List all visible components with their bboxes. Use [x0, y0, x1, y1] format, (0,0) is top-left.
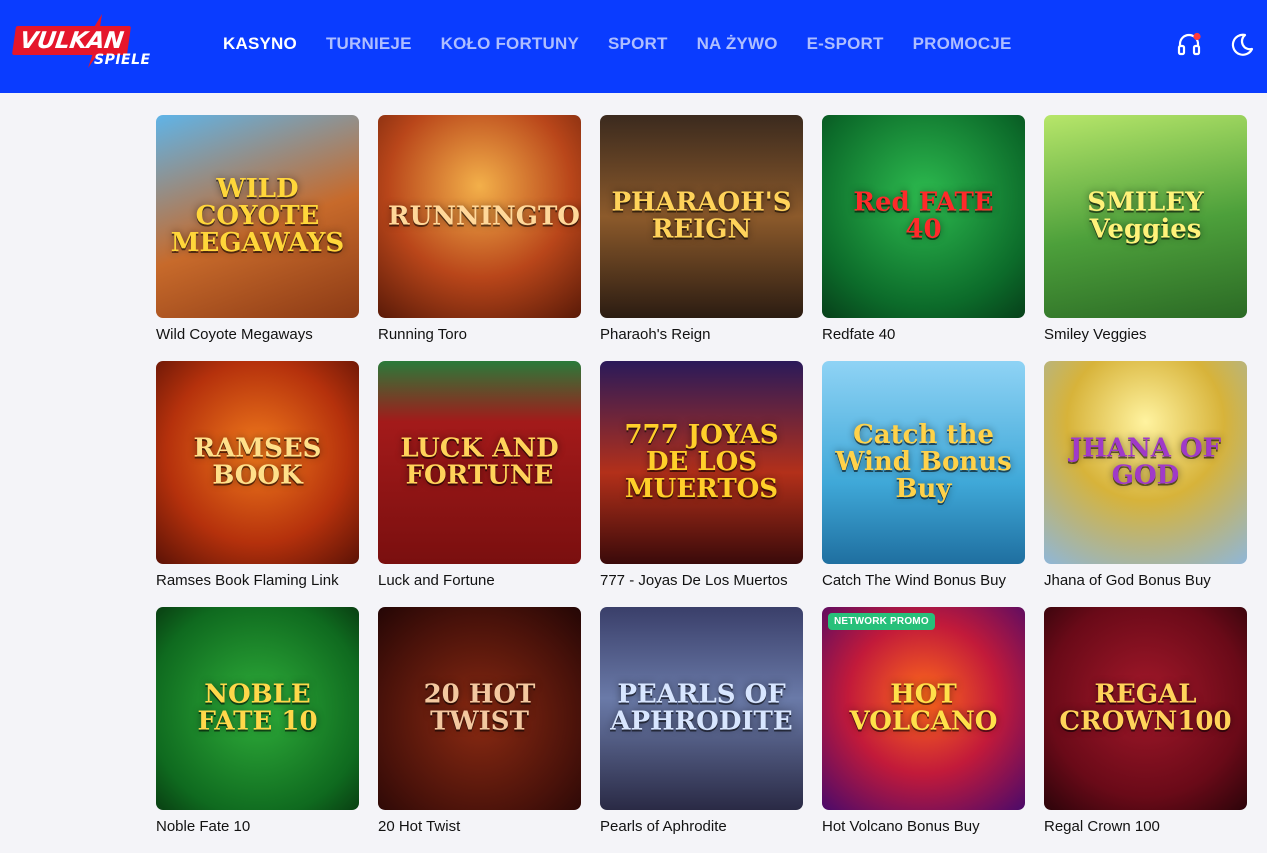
game-art-title: SMILEY Veggies: [1087, 187, 1204, 245]
nav-item-sport[interactable]: SPORT: [608, 34, 668, 54]
game-art-title: JHANA OF GOD: [1069, 433, 1222, 491]
game-title[interactable]: Catch The Wind Bonus Buy: [822, 572, 1025, 589]
top-navigation-bar: VULKAN SPIELE KASYNO TURNIEJE KOŁO FORTUNY…: [0, 0, 1267, 93]
game-art-title: HOT VOLCANO: [849, 679, 998, 737]
game-card[interactable]: Red FATE 40 Redfate 40: [822, 115, 1025, 361]
game-thumbnail[interactable]: RAMSES BOOK: [156, 361, 359, 564]
game-art-title: 777 JOYAS DE LOS MUERTOS: [624, 419, 779, 505]
game-card[interactable]: WILD COYOTE MEGAWAYS Wild Coyote Megaways: [156, 115, 359, 361]
game-card[interactable]: PHARAOH'S REIGN Pharaoh's Reign: [600, 115, 803, 361]
game-art-title: REGAL CROWN100: [1059, 679, 1232, 737]
game-thumbnail[interactable]: JHANA OF GOD: [1044, 361, 1247, 564]
game-thumbnail[interactable]: WILD COYOTE MEGAWAYS: [156, 115, 359, 318]
game-card[interactable]: 777 JOYAS DE LOS MUERTOS 777 - Joyas De L…: [600, 361, 803, 607]
nav-item-promocje[interactable]: PROMOCJE: [913, 34, 1012, 54]
logo-wordmark: VULKAN: [11, 26, 132, 55]
support-headset-icon[interactable]: [1176, 32, 1202, 58]
game-art-title: Catch the Wind Bonus Buy: [835, 419, 1012, 505]
game-thumbnail[interactable]: RUNNINGTORO: [378, 115, 581, 318]
game-art-title: LUCK AND FORTUNE: [400, 433, 559, 491]
nav-item-na-żywo[interactable]: NA ŻYWO: [697, 34, 778, 54]
game-thumbnail[interactable]: 777 JOYAS DE LOS MUERTOS: [600, 361, 803, 564]
game-thumbnail[interactable]: PHARAOH'S REIGN: [600, 115, 803, 318]
game-title[interactable]: Noble Fate 10: [156, 818, 359, 835]
game-card[interactable]: SMILEY Veggies Smiley Veggies: [1044, 115, 1247, 361]
logo-subtitle: SPIELE: [94, 52, 151, 68]
game-art-title: RUNNINGTORO: [388, 200, 581, 231]
nav-item-turnieje[interactable]: TURNIEJE: [326, 34, 412, 54]
game-title[interactable]: Running Toro: [378, 326, 581, 343]
game-art-title: PEARLS OF APHRODITE: [610, 679, 793, 737]
game-title[interactable]: 777 - Joyas De Los Muertos: [600, 572, 803, 589]
game-title[interactable]: Luck and Fortune: [378, 572, 581, 589]
game-card[interactable]: NOBLE FATE 10 Noble Fate 10: [156, 607, 359, 853]
game-card[interactable]: HOT VOLCANO NETWORK PROMO Hot Volcano Bonu…: [822, 607, 1025, 853]
game-art-title: RAMSES BOOK: [193, 433, 322, 491]
vulkan-spiele-logo[interactable]: VULKAN SPIELE: [11, 12, 172, 72]
game-art-title: NOBLE FATE 10: [197, 679, 318, 737]
game-card[interactable]: RAMSES BOOK Ramses Book Flaming Link: [156, 361, 359, 607]
nav-item-kasyno[interactable]: KASYNO: [223, 34, 297, 54]
game-card[interactable]: 20 HOT TWIST 20 Hot Twist: [378, 607, 581, 853]
game-thumbnail[interactable]: NOBLE FATE 10: [156, 607, 359, 810]
game-title[interactable]: Pharaoh's Reign: [600, 326, 803, 343]
game-title[interactable]: Ramses Book Flaming Link: [156, 572, 359, 589]
game-card[interactable]: RUNNINGTORO Running Toro: [378, 115, 581, 361]
game-title[interactable]: 20 Hot Twist: [378, 818, 581, 835]
game-thumbnail[interactable]: LUCK AND FORTUNE: [378, 361, 581, 564]
game-thumbnail[interactable]: HOT VOLCANO NETWORK PROMO: [822, 607, 1025, 810]
game-title[interactable]: Wild Coyote Megaways: [156, 326, 359, 343]
game-thumbnail[interactable]: REGAL CROWN100: [1044, 607, 1247, 810]
game-grid: WILD COYOTE MEGAWAYS Wild Coyote Megaways…: [156, 115, 1247, 853]
game-title[interactable]: Pearls of Aphrodite: [600, 818, 803, 835]
game-title[interactable]: Regal Crown 100: [1044, 818, 1247, 835]
game-thumbnail[interactable]: Red FATE 40: [822, 115, 1025, 318]
game-art-title: WILD COYOTE MEGAWAYS: [170, 173, 345, 259]
nav-item-e-sport[interactable]: E-SPORT: [807, 34, 884, 54]
nav-item-koło-fortuny[interactable]: KOŁO FORTUNY: [441, 34, 579, 54]
game-art-title: 20 HOT TWIST: [423, 679, 536, 737]
main-menu: KASYNO TURNIEJE KOŁO FORTUNY SPORT NA ŻYWO E-…: [209, 34, 1041, 54]
game-art-title: Red FATE 40: [853, 187, 994, 245]
game-thumbnail[interactable]: PEARLS OF APHRODITE: [600, 607, 803, 810]
game-thumbnail[interactable]: 20 HOT TWIST: [378, 607, 581, 810]
game-thumbnail[interactable]: SMILEY Veggies: [1044, 115, 1247, 318]
game-card[interactable]: REGAL CROWN100 Regal Crown 100: [1044, 607, 1247, 853]
network-promo-badge: NETWORK PROMO: [828, 613, 935, 630]
game-title[interactable]: Jhana of God Bonus Buy: [1044, 572, 1247, 589]
game-thumbnail[interactable]: Catch the Wind Bonus Buy: [822, 361, 1025, 564]
game-title[interactable]: Hot Volcano Bonus Buy: [822, 818, 1025, 835]
dark-mode-moon-icon[interactable]: [1228, 32, 1254, 58]
game-card[interactable]: LUCK AND FORTUNE Luck and Fortune: [378, 361, 581, 607]
game-card[interactable]: JHANA OF GOD Jhana of God Bonus Buy: [1044, 361, 1247, 607]
game-art-title: PHARAOH'S REIGN: [611, 187, 792, 245]
game-card[interactable]: Catch the Wind Bonus Buy Catch The Wind B…: [822, 361, 1025, 607]
game-title[interactable]: Redfate 40: [822, 326, 1025, 343]
game-title[interactable]: Smiley Veggies: [1044, 326, 1247, 343]
game-card[interactable]: PEARLS OF APHRODITE Pearls of Aphrodite: [600, 607, 803, 853]
